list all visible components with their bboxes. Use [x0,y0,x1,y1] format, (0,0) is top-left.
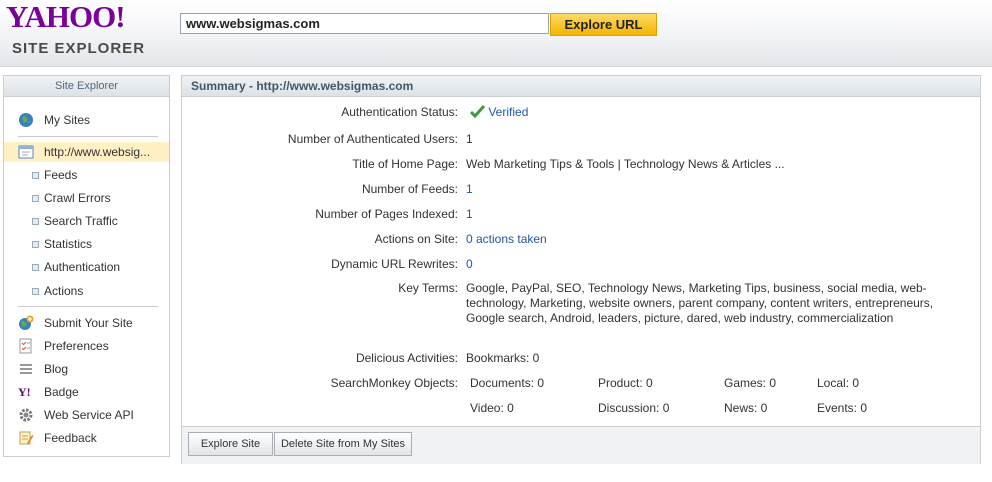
explore-url-button[interactable]: Explore URL [550,13,657,36]
searchmonkey-games: Games: 0 [724,376,777,390]
row-label: Authentication Status: [341,105,458,119]
searchmonkey-video: Video: 0 [470,401,514,415]
sidebar-item-label: Web Service API [44,408,134,422]
row-label: Number of Pages Indexed: [315,207,458,221]
sidebar-item-site[interactable]: http://www.websig... [4,142,169,162]
delete-site-button[interactable]: Delete Site from My Sites [274,432,412,456]
url-input[interactable]: www.websigmas.com [180,13,549,34]
sidebar-item-label: Badge [44,385,79,399]
sidebar-item-preferences[interactable]: Preferences [4,336,169,356]
sidebar-item-label: Search Traffic [44,214,118,228]
row-value: Bookmarks: 0 [466,351,540,365]
sidebar-item-label: Actions [44,284,84,298]
sidebar-title: Site Explorer [4,76,169,97]
divider [18,306,158,307]
row-label: SearchMonkey Objects: [330,376,458,390]
browser-window-icon [18,145,34,159]
sidebar-item-badge[interactable]: Y! Badge [4,382,169,402]
sidebar-item-feeds[interactable]: Feeds [4,165,169,185]
sidebar-item-web-service-api[interactable]: Web Service API [4,405,169,425]
sidebar-item-label: Crawl Errors [44,191,111,205]
bullet-icon [32,172,39,179]
sidebar-item-submit-your-site[interactable]: Submit Your Site [4,313,169,333]
searchmonkey-news: News: 0 [724,401,768,415]
explore-site-button[interactable]: Explore Site [188,432,273,456]
globe-icon [19,113,33,127]
yahoo-icon: Y! [18,385,31,399]
row-value: Web Marketing Tips & Tools | Technology … [466,157,785,171]
yahoo-logo[interactable]: YAHOO! [6,0,126,34]
pages-indexed-link[interactable]: 1 [466,207,473,221]
sidebar-item-label: http://www.websig... [44,145,151,159]
searchmonkey-local: Local: 0 [817,376,860,390]
sidebar-item-label: Submit Your Site [44,316,133,330]
summary-title: Summary - http://www.websigmas.com [182,76,980,97]
sidebar-item-authentication[interactable]: Authentication [4,257,169,277]
sidebar-item-search-traffic[interactable]: Search Traffic [4,211,169,231]
feeds-count-link[interactable]: 1 [466,182,473,196]
row-value: 1 [466,132,473,146]
globe-add-icon [19,315,34,330]
sidebar-item-blog[interactable]: Blog [4,359,169,379]
url-rewrites-link[interactable]: 0 [466,257,473,271]
row-label: Key Terms: [398,281,458,295]
sidebar-item-label: Authentication [44,260,121,274]
bullet-icon [32,218,39,225]
row-label: Dynamic URL Rewrites: [331,257,458,271]
header: YAHOO! SITE EXPLORER www.websigmas.com E… [0,0,992,67]
sidebar-item-label: My Sites [44,113,91,127]
verified-link[interactable]: Verified [488,105,528,119]
lines-icon [20,364,32,374]
searchmonkey-product: Product: 0 [598,376,653,390]
summary-panel: Summary - http://www.websigmas.com Authe… [181,75,981,464]
row-label: Title of Home Page: [352,157,458,171]
check-icon [469,104,486,119]
row-label: Number of Authenticated Users: [287,132,458,146]
sidebar-item-label: Preferences [44,339,109,353]
row-label: Actions on Site: [374,232,458,246]
sidebar-item-label: Feedback [44,431,97,445]
verified-status: Verified [469,104,528,119]
row-label: Delicious Activities: [355,351,458,365]
bullet-icon [32,195,39,202]
searchmonkey-events: Events: 0 [817,401,868,415]
sidebar-item-label: Statistics [44,237,93,251]
sidebar-item-my-sites[interactable]: My Sites [4,110,169,130]
sidebar-item-actions[interactable]: Actions [4,281,169,301]
sidebar-item-statistics[interactable]: Statistics [4,234,169,254]
sidebar-item-label: Feeds [44,168,78,182]
sidebar: Site Explorer My Sites http://www.websig… [3,75,170,457]
panel-footer: Explore Site Delete Site from My Sites [182,426,980,464]
sidebar-item-feedback[interactable]: Feedback [4,428,169,448]
row-label: Number of Feeds: [361,182,458,196]
sidebar-item-label: Blog [44,362,69,376]
searchmonkey-discussion: Discussion: 0 [598,401,670,415]
notepad-pencil-icon [19,431,34,445]
site-explorer-title: SITE EXPLORER [12,40,146,57]
actions-taken-link[interactable]: 0 actions taken [466,232,547,246]
divider [18,136,158,137]
bullet-icon [32,264,39,271]
gear-icon [19,408,33,422]
key-terms-list: Google, PayPal, SEO, Technology News, Ma… [466,281,934,325]
searchmonkey-documents: Documents: 0 [470,376,545,390]
bullet-icon [32,288,39,295]
bullet-icon [32,241,39,248]
checklist-icon [19,338,32,354]
sidebar-item-crawl-errors[interactable]: Crawl Errors [4,188,169,208]
